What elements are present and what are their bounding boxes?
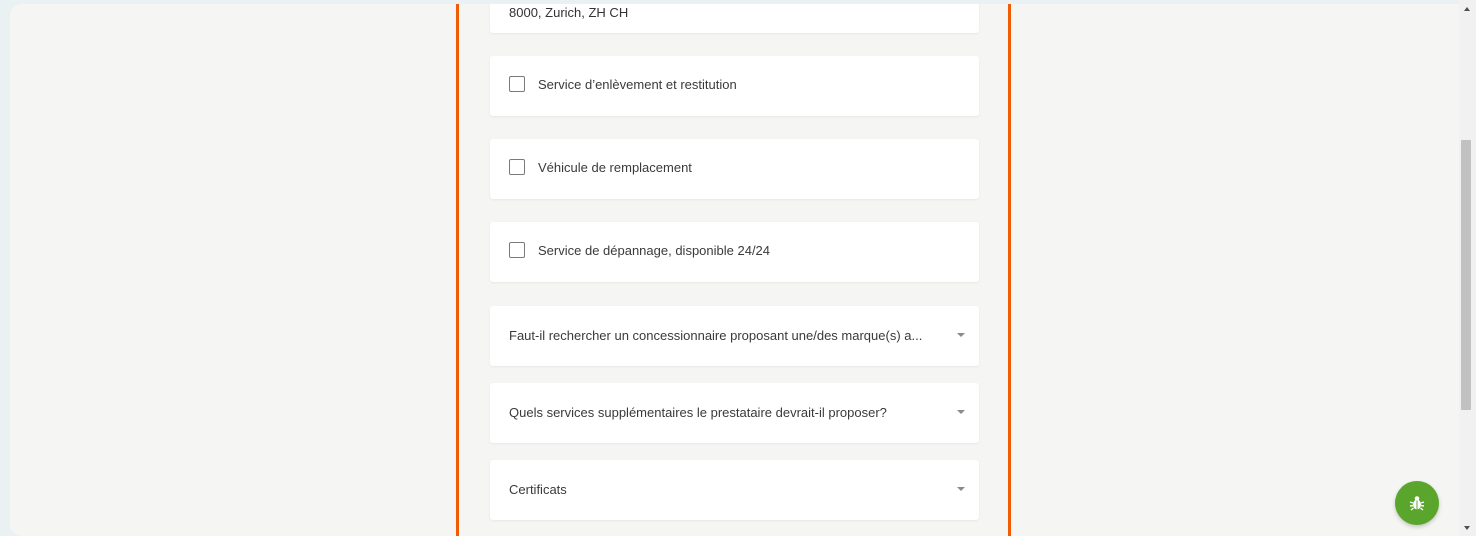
checkbox-icon[interactable]: [509, 159, 525, 175]
arrow-down-icon[interactable]: [1464, 526, 1470, 530]
checkbox-label: Véhicule de remplacement: [538, 160, 692, 175]
dealer-brand-select[interactable]: Faut-il rechercher un concessionnaire pr…: [490, 306, 979, 366]
address-value: 8000, Zurich, ZH CH: [509, 5, 629, 20]
bug-icon: [1409, 496, 1425, 511]
certificates-select[interactable]: Certificats: [490, 460, 979, 520]
scrollbar-thumb[interactable]: [1461, 140, 1471, 410]
select-label: Faut-il rechercher un concessionnaire pr…: [509, 328, 923, 343]
checkbox-icon[interactable]: [509, 242, 525, 258]
towing-service-option[interactable]: Service de dépannage, disponible 24/24: [490, 222, 979, 282]
replacement-vehicle-option[interactable]: Véhicule de remplacement: [490, 139, 979, 199]
caret-down-icon: [957, 333, 965, 337]
form-right-border: [1008, 4, 1011, 536]
checkbox-label: Service de dépannage, disponible 24/24: [538, 243, 771, 258]
caret-down-icon: [957, 487, 965, 491]
arrow-up-icon[interactable]: [1464, 7, 1470, 11]
caret-down-icon: [957, 410, 965, 414]
additional-services-select[interactable]: Quels services supplémentaires le presta…: [490, 383, 979, 443]
vertical-scrollbar[interactable]: [1459, 0, 1476, 536]
address-field[interactable]: 8000, Zurich, ZH CH: [490, 4, 979, 33]
pickup-delivery-option[interactable]: Service d’enlèvement et restitution: [490, 56, 979, 116]
select-label: Certificats: [509, 482, 567, 497]
form-left-border: [456, 4, 459, 536]
bug-report-button[interactable]: [1395, 481, 1439, 525]
checkbox-icon[interactable]: [509, 76, 525, 92]
select-label: Quels services supplémentaires le presta…: [509, 405, 887, 420]
page-viewport: 8000, Zurich, ZH CH Service d’enlèvement…: [10, 4, 1459, 536]
checkbox-label: Service d’enlèvement et restitution: [538, 77, 737, 92]
